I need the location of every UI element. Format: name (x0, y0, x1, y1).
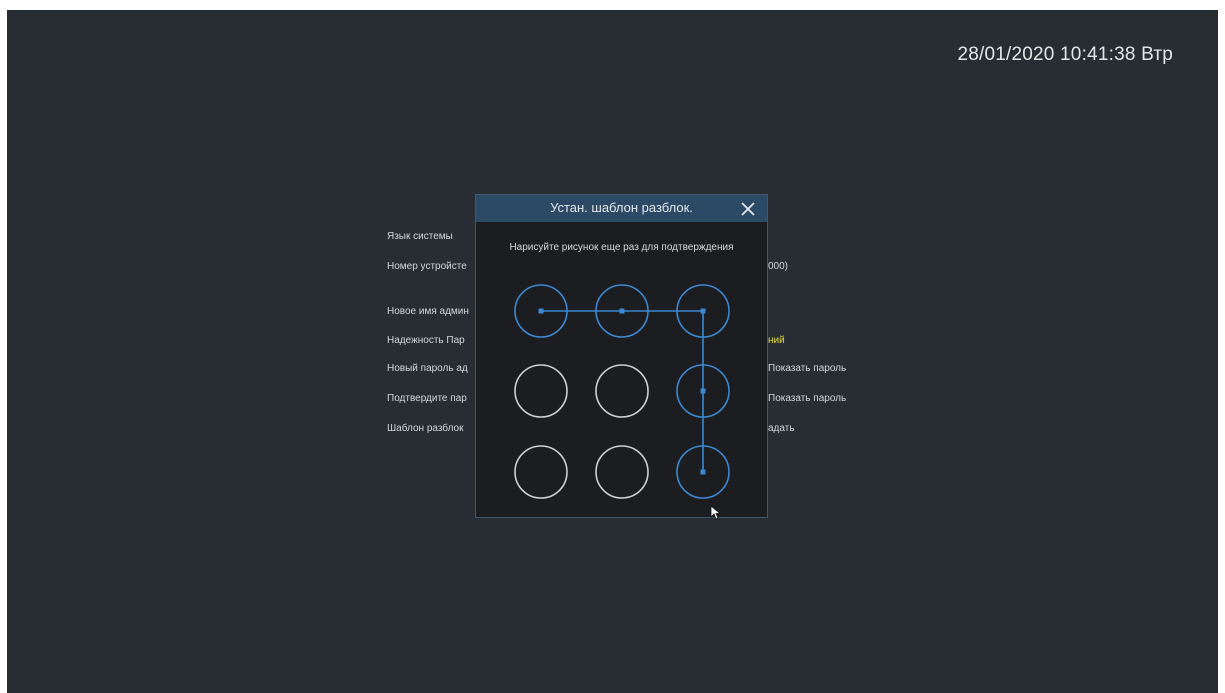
system-language-label: Язык системы (387, 231, 453, 242)
unlock-pattern-dialog: Устан. шаблон разблок. Нарисуйте рисунок… (475, 194, 768, 518)
pattern-node-dot (700, 388, 706, 394)
pattern-node-7[interactable] (514, 445, 568, 499)
pattern-node-ring (595, 364, 649, 418)
pattern-node-8[interactable] (595, 445, 649, 499)
set-pattern-button[interactable]: адать (768, 423, 795, 434)
screen-background: 28/01/2020 10:41:38 Втр Язык системы Ном… (7, 10, 1218, 693)
pattern-node-dot (538, 308, 544, 314)
pattern-node-dot (700, 469, 706, 475)
pattern-node-ring (514, 364, 568, 418)
confirm-password-label: Подтвердите пар (387, 393, 467, 404)
device-number-value: 000) (768, 261, 789, 272)
pattern-node-ring (514, 445, 568, 499)
pattern-node-dot (619, 308, 625, 314)
clock-display: 28/01/2020 10:41:38 Втр (957, 44, 1173, 65)
pattern-node-ring (595, 445, 649, 499)
mouse-cursor-icon (710, 505, 722, 520)
unlock-pattern-label: Шаблон разблок (387, 423, 464, 434)
password-strength-value: ний (768, 335, 785, 346)
password-strength-label: Надежность Пар (387, 335, 465, 346)
show-password-checkbox-1[interactable]: Показать пароль (768, 363, 846, 374)
new-admin-password-label: Новый пароль ад (387, 363, 468, 374)
pattern-node-dot (700, 308, 706, 314)
pattern-grid[interactable] (476, 195, 769, 519)
pattern-node-5[interactable] (595, 364, 649, 418)
pattern-node-4[interactable] (514, 364, 568, 418)
new-admin-name-label: Новое имя админ (387, 306, 469, 317)
device-number-label: Номер устройсте (387, 261, 467, 272)
show-password-checkbox-2[interactable]: Показать пароль (768, 393, 846, 404)
pattern-path-line (541, 310, 704, 472)
